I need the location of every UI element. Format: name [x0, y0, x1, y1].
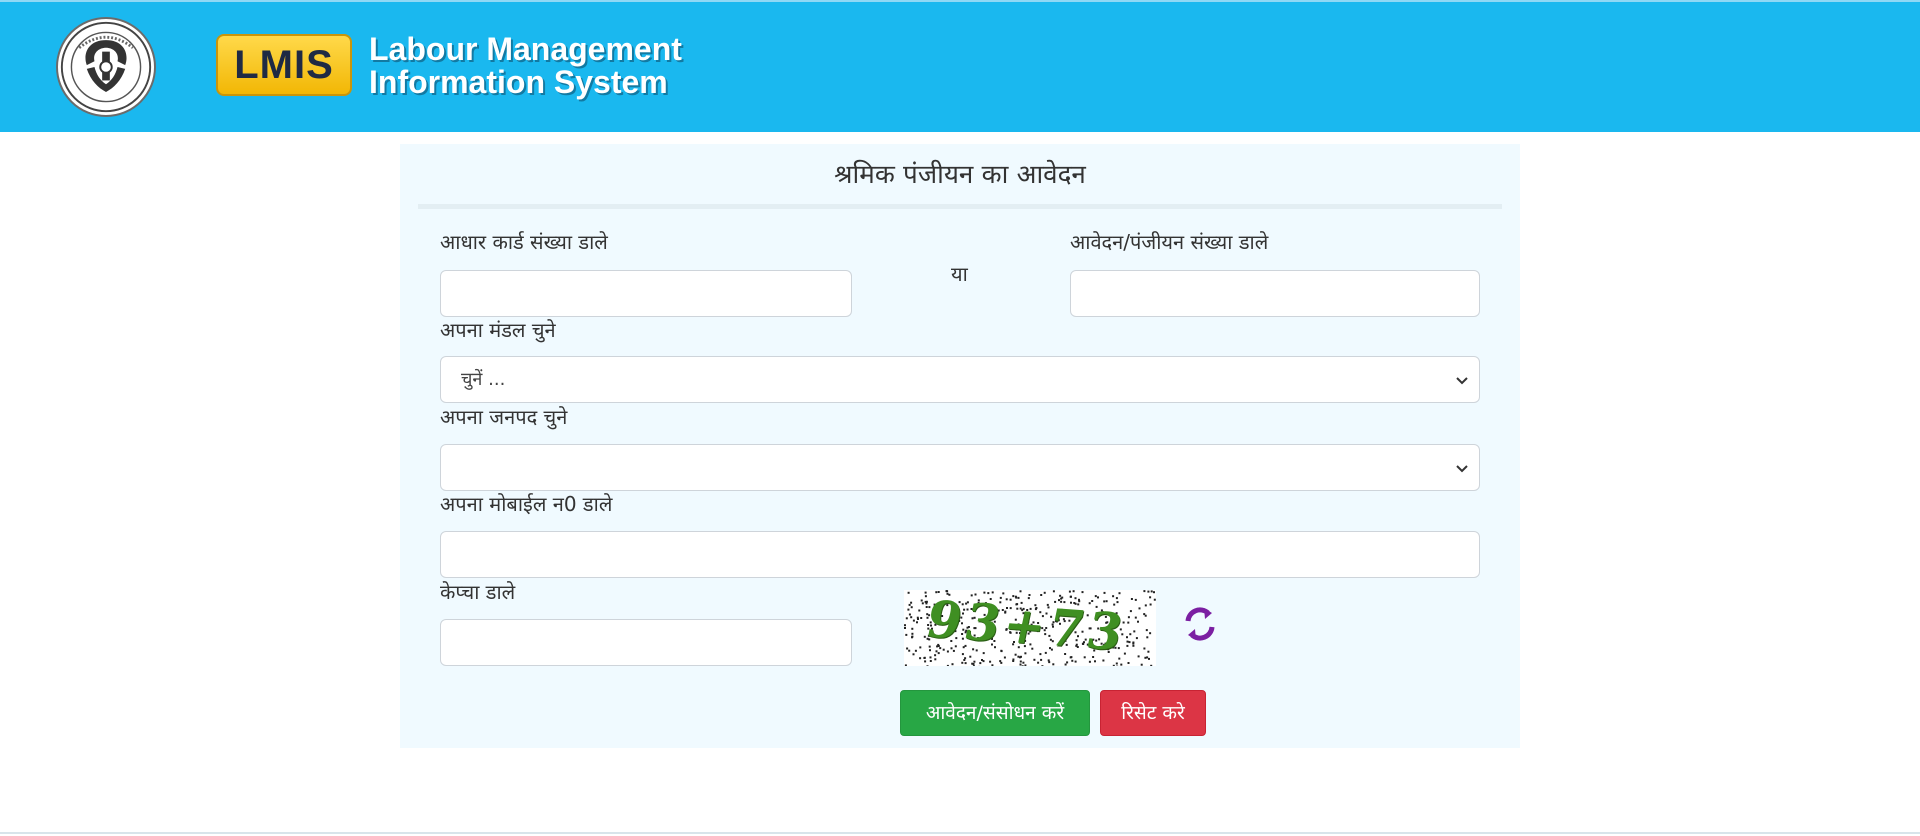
form-title: श्रमिक पंजीयन का आवेदन	[834, 160, 1086, 190]
site-title-line1: Labour Management	[369, 31, 682, 67]
aadhaar-label: आधार कार्ड संख्या डाले	[440, 230, 608, 254]
chevron-down-icon	[1456, 377, 1468, 385]
registration-form-panel: श्रमिक पंजीयन का आवेदन आधार कार्ड संख्या…	[400, 144, 1520, 748]
chevron-down-icon	[1456, 465, 1468, 473]
district-label: अपना जनपद चुने	[440, 405, 568, 429]
mobile-input[interactable]	[440, 531, 1480, 578]
lmis-logo-badge: LMIS	[216, 34, 352, 96]
captcha-input[interactable]	[440, 619, 852, 666]
aadhaar-input[interactable]	[440, 270, 852, 317]
title-divider	[418, 204, 1502, 209]
captcha-label: केप्चा डाले	[440, 580, 516, 604]
captcha-image: 93+73	[904, 590, 1156, 666]
division-label: अपना मंडल चुने	[440, 318, 556, 342]
submit-application-button[interactable]: आवेदन/संसोधन करें	[900, 690, 1090, 736]
site-header: LMIS Labour Management Information Syste…	[0, 0, 1920, 132]
footer-divider	[0, 832, 1920, 834]
application-number-input[interactable]	[1070, 270, 1480, 317]
reset-button[interactable]: रिसेट करे	[1100, 690, 1206, 736]
or-separator: या	[951, 262, 968, 286]
division-selected-value: चुनें ...	[461, 369, 506, 390]
division-select[interactable]: चुनें ...	[440, 356, 1480, 403]
refresh-captcha-button[interactable]	[1178, 602, 1222, 646]
up-government-emblem-icon	[56, 17, 156, 117]
district-select[interactable]	[440, 444, 1480, 491]
refresh-icon	[1185, 607, 1215, 641]
mobile-label: अपना मोबाईल न0 डाले	[440, 492, 613, 516]
site-title-line2: Information System	[369, 64, 668, 100]
application-number-label: आवेदन/पंजीयन संख्या डाले	[1070, 230, 1269, 254]
